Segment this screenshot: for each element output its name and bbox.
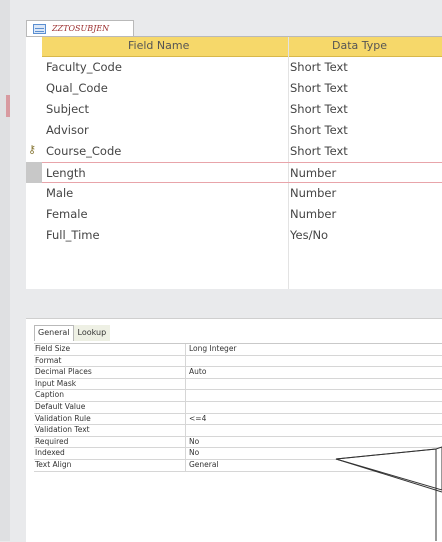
callout-pointer [335, 446, 442, 541]
